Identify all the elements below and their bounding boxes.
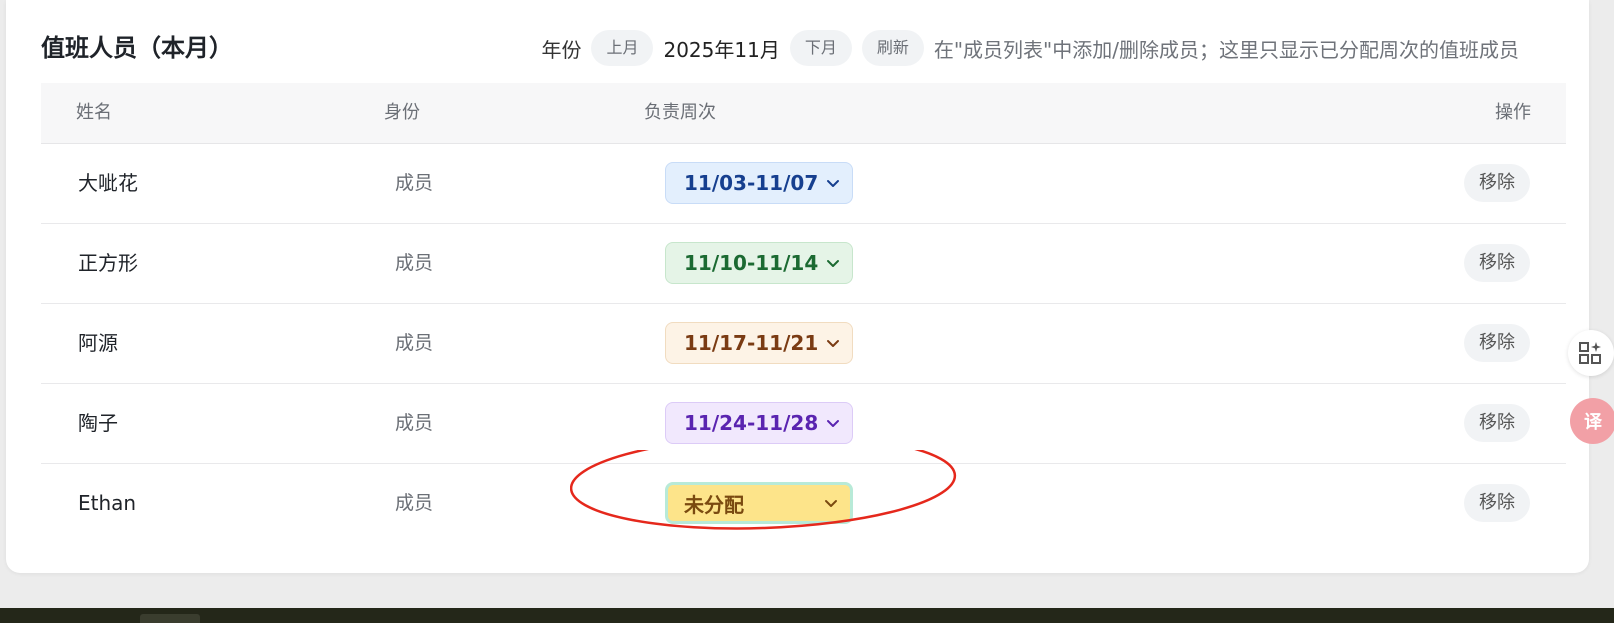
chevron-down-icon	[827, 180, 839, 187]
grid-plus-icon[interactable]	[1568, 330, 1614, 376]
member-role: 成员	[395, 332, 434, 354]
refresh-button[interactable]: 刷新	[861, 30, 924, 66]
week-select[interactable]: 11/03-11/07	[665, 162, 853, 204]
current-month: 2025年11月	[663, 37, 780, 62]
chevron-down-icon	[827, 340, 839, 347]
week-select[interactable]: 未分配	[665, 482, 853, 524]
member-role: 成员	[395, 492, 434, 514]
remove-button[interactable]: 移除	[1464, 404, 1530, 442]
member-name: 阿源	[78, 331, 118, 355]
table-body: 大呲花 成员 11/03-11/07 移除 正方形 成员 11/10-11/14 移除 阿源 成员…	[41, 144, 1566, 543]
remove-button[interactable]: 移除	[1464, 484, 1530, 522]
table-row: 大呲花 成员 11/03-11/07 移除	[41, 144, 1566, 224]
table-row: Ethan 成员 未分配 移除	[41, 464, 1566, 543]
week-select-value: 11/24-11/28	[684, 411, 819, 435]
member-name: 陶子	[78, 411, 118, 435]
table-row: 正方形 成员 11/10-11/14 移除	[41, 224, 1566, 304]
taskbar-strip	[0, 608, 1614, 623]
member-name: 正方形	[78, 251, 138, 275]
remove-button[interactable]: 移除	[1464, 244, 1530, 282]
next-month-button[interactable]: 下月	[789, 30, 852, 66]
week-select-value: 11/17-11/21	[684, 331, 819, 355]
translate-glyph: 译	[1584, 412, 1602, 433]
week-select-value: 未分配	[684, 492, 744, 517]
duty-card: 值班人员（本月） 年份 上月 2025年11月 下月 刷新 在"成员列表"中添加…	[6, 0, 1589, 573]
header-role: 身份	[384, 102, 420, 123]
table-header: 姓名 身份 负责周次 操作	[41, 83, 1566, 144]
chevron-down-icon	[827, 420, 839, 427]
prev-month-button[interactable]: 上月	[591, 30, 654, 66]
member-name: Ethan	[78, 491, 137, 515]
taskbar-tab[interactable]	[140, 614, 200, 623]
translate-icon[interactable]: 译	[1570, 398, 1614, 444]
week-select[interactable]: 11/24-11/28	[665, 402, 853, 444]
year-label: 年份	[541, 37, 582, 62]
remove-button[interactable]: 移除	[1464, 324, 1530, 362]
member-role: 成员	[395, 172, 434, 194]
grid-plus-icon-svg	[1579, 342, 1601, 364]
header-name: 姓名	[76, 102, 112, 123]
duty-table: 姓名 身份 负责周次 操作 大呲花 成员 11/03-11/07 移除 正方形 成员 11/…	[41, 83, 1566, 543]
week-select[interactable]: 11/17-11/21	[665, 322, 853, 364]
member-role: 成员	[395, 412, 434, 434]
page-title: 值班人员（本月）	[41, 34, 233, 62]
member-name: 大呲花	[78, 171, 138, 195]
member-role: 成员	[395, 252, 434, 274]
header-action: 操作	[1495, 102, 1531, 123]
table-row: 陶子 成员 11/24-11/28 移除	[41, 384, 1566, 464]
remove-button[interactable]: 移除	[1464, 164, 1530, 202]
chevron-down-icon	[825, 500, 837, 507]
month-controls: 年份 上月 2025年11月 下月 刷新 在"成员列表"中添加/删除成员；这里只…	[541, 30, 1519, 66]
week-select-value: 11/03-11/07	[684, 171, 819, 195]
chevron-down-icon	[827, 260, 839, 267]
week-select[interactable]: 11/10-11/14	[665, 242, 853, 284]
header-week: 负责周次	[644, 102, 716, 123]
table-row: 阿源 成员 11/17-11/21 移除	[41, 304, 1566, 384]
week-select-value: 11/10-11/14	[684, 251, 819, 275]
hint-text: 在"成员列表"中添加/删除成员；这里只显示已分配周次的值班成员	[933, 37, 1519, 62]
